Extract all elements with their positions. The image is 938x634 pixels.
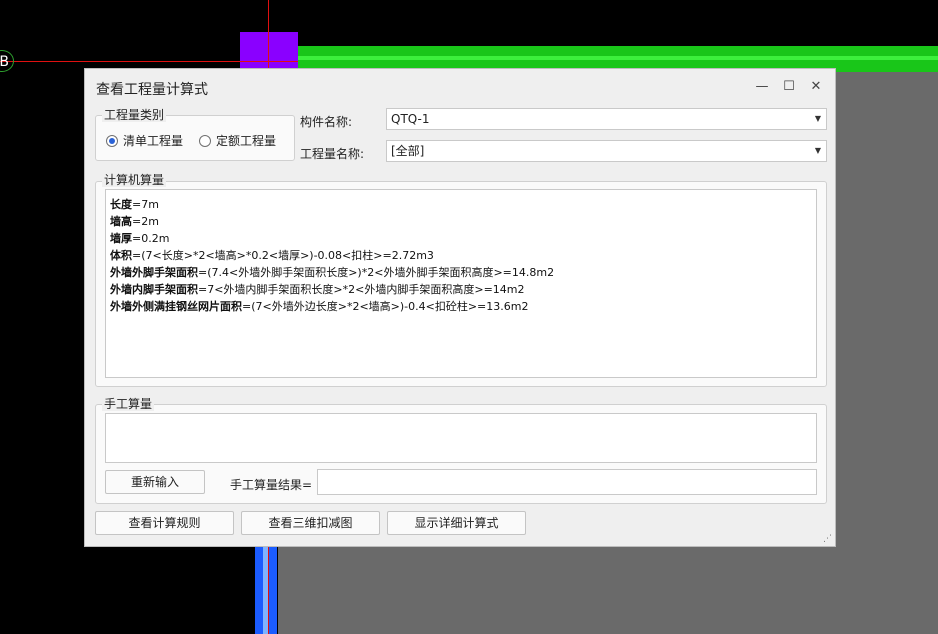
view-3d-button[interactable]: 查看三维扣减图 — [241, 511, 380, 535]
minimize-button[interactable]: — — [752, 77, 772, 97]
chevron-down-icon: ▼ — [814, 146, 821, 155]
radio-bill-quantity-label: 清单工程量 — [123, 134, 184, 148]
component-name-select[interactable]: QTQ-1 ▼ — [386, 108, 827, 130]
calc-line: 外墙外侧满挂钢丝网片面积=(7<外墙外边长度>*2<墙高>)-0.4<扣砼柱>=… — [110, 300, 529, 313]
dialog-title: 查看工程量计算式 — [96, 82, 208, 98]
close-button[interactable]: ✕ — [806, 77, 826, 97]
quantity-name-label: 工程量名称: — [300, 147, 365, 161]
manual-result-label: 手工算量结果= — [230, 478, 313, 492]
resize-grip-icon[interactable]: ⋰ — [823, 534, 833, 544]
blue-column-element — [255, 546, 277, 634]
red-axis-horizontal — [0, 61, 298, 62]
maximize-button[interactable]: ☐ — [779, 77, 799, 97]
quantity-name-select[interactable]: [全部] ▼ — [386, 140, 827, 162]
component-name-label: 构件名称: — [300, 115, 353, 129]
quantity-formula-dialog: 查看工程量计算式 — ☐ ✕ 工程量类别 清单工程量 定额工程量 构件名称: Q… — [84, 68, 836, 547]
purple-column-element — [240, 32, 298, 70]
radio-bill-quantity[interactable]: 清单工程量 — [106, 132, 183, 149]
calc-line: 体积=(7<长度>*2<墙高>*0.2<墙厚>)-0.08<扣柱>=2.72m3 — [110, 249, 434, 262]
green-wall-highlight — [298, 56, 938, 60]
quantity-type-label: 工程量类别 — [102, 108, 167, 122]
quantity-name-value: [全部] — [391, 144, 425, 158]
radio-selected-icon — [106, 134, 118, 147]
calc-line: 墙厚=0.2m — [110, 232, 170, 245]
computer-calc-textarea[interactable]: 长度=7m 墙高=2m 墙厚=0.2m 体积=(7<长度>*2<墙高>*0.2<… — [105, 189, 817, 378]
calc-line: 外墙外脚手架面积=(7.4<外墙外脚手架面积长度>)*2<外墙外脚手架面积高度>… — [110, 266, 555, 279]
calc-line: 外墙内脚手架面积=7<外墙内脚手架面积长度>*2<外墙内脚手架面积高度>=14m… — [110, 283, 525, 296]
show-detail-button[interactable]: 显示详细计算式 — [387, 511, 526, 535]
chevron-down-icon: ▼ — [814, 114, 821, 123]
computer-calc-label: 计算机算量 — [102, 173, 167, 187]
radio-quota-quantity[interactable]: 定额工程量 — [199, 132, 276, 149]
calc-line: 长度=7m — [110, 198, 159, 211]
calc-line: 墙高=2m — [110, 215, 159, 228]
manual-result-input[interactable] — [317, 469, 817, 495]
component-name-value: QTQ-1 — [391, 112, 430, 126]
axis-label-b: B — [0, 50, 14, 72]
reenter-button[interactable]: 重新输入 — [105, 470, 205, 494]
manual-calc-textarea[interactable] — [105, 413, 817, 463]
radio-unselected-icon — [199, 134, 211, 147]
manual-calc-label: 手工算量 — [102, 397, 155, 411]
view-rules-button[interactable]: 查看计算规则 — [95, 511, 234, 535]
radio-quota-quantity-label: 定额工程量 — [216, 134, 277, 148]
